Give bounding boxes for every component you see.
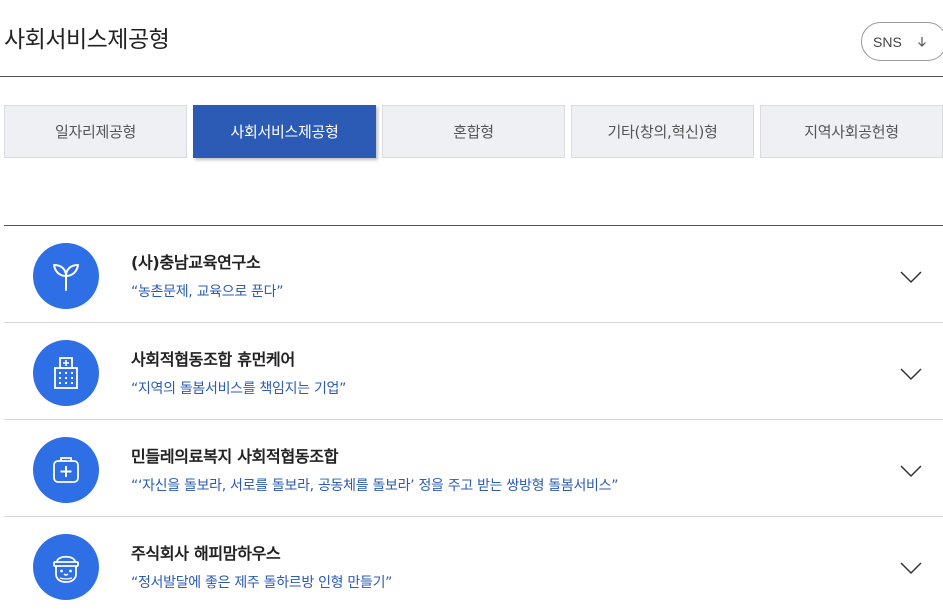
hospital-building-icon [33,340,99,406]
enterprise-list: (사)충남교육연구소 “농촌문제, 교육으로 푼다” 사회적협동조합 휴먼케어 … [4,225,943,612]
sns-share-button[interactable]: SNS [861,22,943,61]
enterprise-slogan: “농촌문제, 교육으로 푼다” [131,284,284,300]
chevron-down-icon[interactable] [899,556,923,580]
medical-kit-icon [33,437,99,503]
page-title: 사회서비스제공형 [4,27,170,53]
enterprise-slogan: “정서발달에 좋은 제주 돌하르방 인형 만들기” [131,575,393,591]
dolharubang-icon [33,534,99,600]
enterprise-slogan: “지역의 돌봄서비스를 책임지는 기업” [131,381,347,397]
tab-job-provision[interactable]: 일자리제공형 [4,105,187,158]
enterprise-name: 민들레의료복지 사회적협동조합 [131,447,339,466]
enterprise-name: 주식회사 해피맘하우스 [131,544,281,563]
list-item[interactable]: 사회적협동조합 휴먼케어 “지역의 돌봄서비스를 책임지는 기업” [4,323,943,420]
tab-label: 혼합형 [453,123,494,141]
arrow-down-icon [917,36,926,47]
list-item[interactable]: 주식회사 해피맘하우스 “정서발달에 좋은 제주 돌하르방 인형 만들기” [4,517,943,612]
tab-other[interactable]: 기타(창의,혁신)형 [571,105,754,158]
tab-label: 지역사회공헌형 [804,123,899,141]
tab-mixed[interactable]: 혼합형 [382,105,565,158]
tab-label: 기타(창의,혁신)형 [607,123,718,141]
list-item[interactable]: 민들레의료복지 사회적협동조합 “‘자신을 돌보라, 서로를 돌보라, 공동체를… [4,420,943,517]
tab-community-contribution[interactable]: 지역사회공헌형 [760,105,943,158]
page-header: 사회서비스제공형 SNS [0,0,943,77]
enterprise-name: 사회적협동조합 휴먼케어 [131,350,295,369]
enterprise-slogan: “‘자신을 돌보라, 서로를 돌보라, 공동체를 돌보라’ 정을 주고 받는 쌍… [131,478,619,494]
chevron-down-icon[interactable] [899,265,923,289]
list-item[interactable]: (사)충남교육연구소 “농촌문제, 교육으로 푼다” [4,226,943,323]
tab-label: 사회서비스제공형 [230,123,339,141]
chevron-down-icon[interactable] [899,362,923,386]
sprout-icon [33,243,99,309]
enterprise-name: (사)충남교육연구소 [131,253,261,272]
tab-social-service[interactable]: 사회서비스제공형 [193,105,376,158]
sns-label: SNS [873,33,902,50]
category-tabs: 일자리제공형 사회서비스제공형 혼합형 기타(창의,혁신)형 지역사회공헌형 [4,105,943,158]
tab-label: 일자리제공형 [54,123,136,141]
chevron-down-icon[interactable] [899,459,923,483]
